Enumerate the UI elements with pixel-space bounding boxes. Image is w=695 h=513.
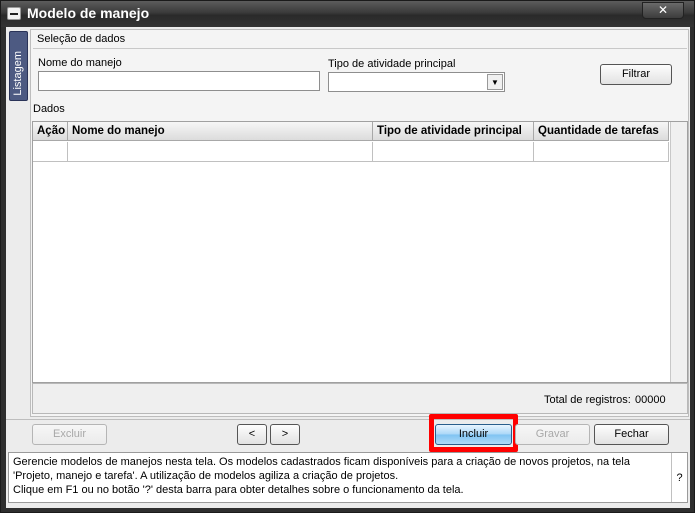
tipo-atividade-label: Tipo de atividade principal: [328, 58, 456, 70]
table-row-cell-quantidade[interactable]: [534, 142, 669, 162]
incluir-button[interactable]: Incluir: [435, 424, 512, 445]
total-bar: Total de registros: 00000: [32, 383, 688, 414]
table-row-cell-tipo[interactable]: [373, 142, 534, 162]
nome-do-manejo-input[interactable]: [38, 71, 320, 91]
tipo-atividade-select[interactable]: ▼: [328, 72, 505, 92]
previous-button[interactable]: <: [237, 424, 267, 445]
help-line-1: Gerencie modelos de manejos nesta tela. …: [13, 456, 630, 468]
main-panel: Seleção de dados Nome do manejo Tipo de …: [30, 29, 689, 417]
table-row-cell-nome[interactable]: [68, 142, 373, 162]
chevron-down-icon[interactable]: ▼: [487, 74, 503, 90]
window-menu-icon[interactable]: [7, 7, 21, 20]
gravar-button[interactable]: Gravar: [515, 424, 590, 445]
total-registros-value: 00000: [635, 394, 666, 406]
table-row-cell-acao[interactable]: [33, 142, 68, 162]
filtrar-button[interactable]: Filtrar: [600, 64, 672, 85]
help-question-button[interactable]: ?: [671, 453, 687, 502]
next-button[interactable]: >: [270, 424, 300, 445]
tab-listagem[interactable]: Listagem: [9, 31, 28, 101]
dados-grid: Ação Nome do manejo Tipo de atividade pr…: [32, 121, 688, 383]
nome-do-manejo-label: Nome do manejo: [38, 57, 122, 69]
column-header-tipo[interactable]: Tipo de atividade principal: [373, 122, 534, 141]
tab-listagem-label: Listagem: [12, 51, 24, 96]
column-header-nome[interactable]: Nome do manejo: [68, 122, 373, 141]
total-registros-label: Total de registros:: [544, 394, 631, 406]
selecao-divider: [33, 48, 687, 49]
column-header-quantidade[interactable]: Quantidade de tarefas: [534, 122, 669, 141]
close-button[interactable]: ✕: [642, 2, 684, 19]
window-title: Modelo de manejo: [27, 5, 150, 21]
help-line-2: 'Projeto, manejo e tarefa'. A utilização…: [13, 470, 399, 482]
window-client-area: Listagem Seleção de dados Nome do manejo…: [6, 27, 690, 508]
help-line-3: Clique em F1 ou no botão '?' desta barra…: [13, 484, 464, 496]
grid-vertical-scrollbar[interactable]: [670, 122, 687, 382]
modelo-de-manejo-window: Modelo de manejo ✕ Listagem Seleção de d…: [0, 0, 695, 513]
fechar-button[interactable]: Fechar: [594, 424, 669, 445]
column-header-acao[interactable]: Ação: [33, 122, 68, 141]
help-panel: Gerencie modelos de manejos nesta tela. …: [8, 452, 688, 503]
dados-section-label: Dados: [33, 103, 65, 115]
title-bar[interactable]: Modelo de manejo ✕: [1, 1, 694, 27]
excluir-button[interactable]: Excluir: [32, 424, 107, 445]
selecao-section-label: Seleção de dados: [37, 33, 126, 45]
